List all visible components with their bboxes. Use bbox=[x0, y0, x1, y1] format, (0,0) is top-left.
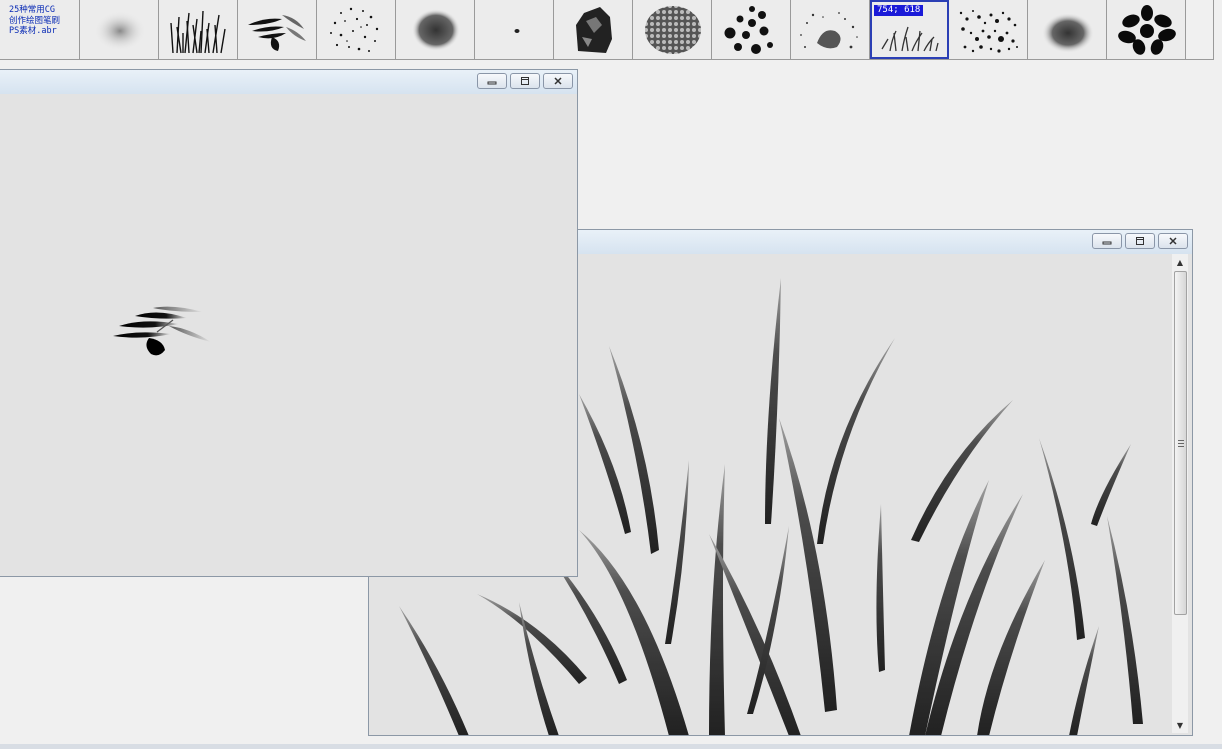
detail-window-title-bar[interactable] bbox=[578, 230, 1192, 254]
brush-thumb-soft-cloud[interactable] bbox=[80, 0, 159, 59]
splatter-icon bbox=[800, 11, 858, 48]
minimize-button[interactable] bbox=[477, 73, 507, 89]
brush-size-badge: 754; 618 bbox=[874, 5, 924, 16]
speckle-icon bbox=[959, 9, 1018, 53]
vertical-scrollbar[interactable]: ▲ ▼ bbox=[1172, 254, 1188, 733]
brush-thumb-big-dots[interactable] bbox=[712, 0, 791, 59]
close-button[interactable] bbox=[543, 73, 573, 89]
close-icon bbox=[554, 77, 562, 85]
scatter-dots-icon bbox=[330, 7, 379, 52]
brush-thumb-scatter-dots[interactable] bbox=[317, 0, 396, 59]
file-name-line-1: 25种常用CG bbox=[9, 5, 55, 15]
minimize-icon bbox=[487, 81, 497, 85]
brush-thumb-small-dot[interactable] bbox=[475, 0, 554, 59]
scrollbar-thumb[interactable] bbox=[1174, 271, 1187, 615]
brush-strip: 25种常用CG 创作绘图笔刷 PS素材.abr 754; 618 bbox=[0, 0, 1214, 60]
grip-icon bbox=[1178, 440, 1184, 447]
dark-cloud-icon bbox=[1042, 12, 1094, 53]
file-name-label: 25种常用CG 创作绘图笔刷 PS素材.abr bbox=[0, 0, 80, 59]
minimize-button[interactable] bbox=[1092, 233, 1122, 249]
maximize-icon bbox=[521, 77, 529, 85]
brush-thumb-dark-cloud[interactable] bbox=[1028, 0, 1107, 59]
soft-cloud-icon bbox=[94, 10, 146, 51]
leaf-sprig-preview bbox=[113, 306, 211, 356]
brush-thumb-grass[interactable] bbox=[159, 0, 238, 59]
maximize-button[interactable] bbox=[1125, 233, 1155, 249]
brush-thumb-splatter[interactable] bbox=[791, 0, 870, 59]
minimize-icon bbox=[1102, 241, 1112, 245]
sponge-icon bbox=[412, 8, 460, 51]
scroll-down-arrow-icon[interactable]: ▼ bbox=[1172, 717, 1188, 733]
maximize-icon bbox=[1136, 237, 1144, 245]
rough-rock-icon bbox=[576, 6, 612, 53]
leaf-sprig-icon bbox=[248, 14, 306, 51]
scroll-up-arrow-icon[interactable]: ▲ bbox=[1172, 254, 1188, 270]
brush-thumb-ivy-leaves[interactable] bbox=[1107, 0, 1186, 59]
brush-thumb-rough-rock[interactable] bbox=[554, 0, 633, 59]
texture-pattern-icon bbox=[645, 5, 701, 54]
bottom-edge bbox=[0, 744, 1222, 749]
file-name-line-3: PS素材.abr bbox=[9, 26, 57, 36]
ivy-leaves-icon bbox=[1118, 4, 1176, 55]
brush-preview-canvas bbox=[0, 94, 577, 576]
brush-thumb-grass-blades[interactable]: 754; 618 bbox=[870, 0, 949, 59]
brush-thumb-leaf-sprig[interactable] bbox=[238, 0, 317, 59]
brush-thumb-speckle[interactable] bbox=[949, 0, 1028, 59]
maximize-button[interactable] bbox=[510, 73, 540, 89]
small-dot-icon bbox=[514, 28, 520, 33]
big-dots-icon bbox=[724, 5, 773, 54]
file-name-line-2: 创作绘图笔刷 bbox=[9, 15, 61, 26]
window-title-bar[interactable] bbox=[0, 70, 577, 94]
grass-icon bbox=[170, 10, 226, 53]
close-button[interactable] bbox=[1158, 233, 1188, 249]
brush-thumb-sponge[interactable] bbox=[396, 0, 475, 59]
brush-thumb-texture-pattern[interactable] bbox=[633, 0, 712, 59]
close-icon bbox=[1169, 237, 1177, 245]
brush-preview-window[interactable] bbox=[0, 69, 578, 577]
